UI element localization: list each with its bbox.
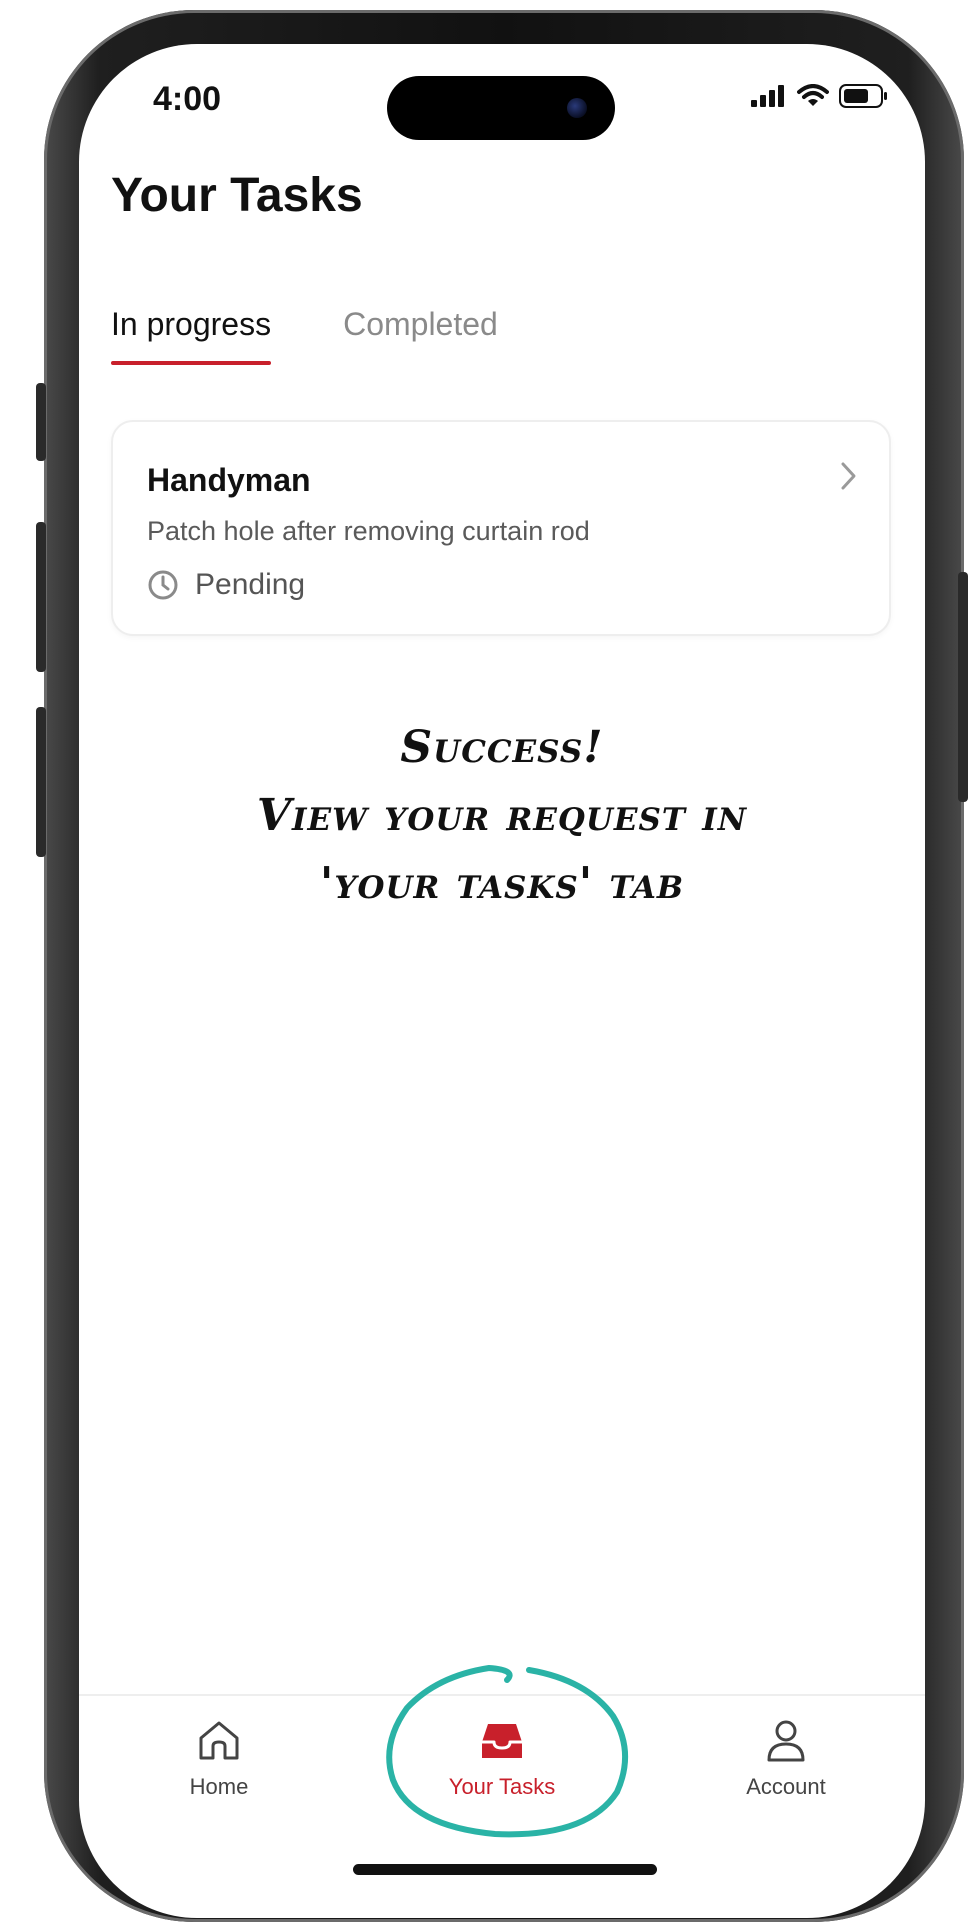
battery-icon (839, 84, 887, 108)
tab-in-progress[interactable]: In progress (111, 306, 272, 365)
tab-completed[interactable]: Completed (343, 306, 498, 365)
home-indicator (353, 1864, 657, 1875)
home-icon (199, 1721, 239, 1760)
task-card[interactable]: Handyman Patch hole after removing curta… (111, 420, 891, 636)
status-icons (751, 84, 889, 108)
camera-icon (567, 98, 587, 118)
tab-bar-home-label: Home (189, 1774, 249, 1799)
app-screen: 4:00 Your Tasks In progress Completed Ha… (79, 44, 925, 1918)
task-status-label: Pending (195, 568, 306, 601)
action-button (36, 383, 46, 461)
task-description: Patch hole after removing curtain rod (147, 516, 590, 546)
status-time: 4:00 (153, 80, 222, 118)
task-title: Handyman (147, 462, 311, 498)
success-annotation: Success! View your request in 'your task… (79, 714, 925, 918)
annotation-line-2: View your request in (256, 790, 748, 841)
user-icon (767, 1720, 805, 1762)
chevron-right-icon (841, 462, 856, 490)
tab-bar-home[interactable]: Home (119, 1716, 319, 1800)
annotation-line-1: Success! (400, 722, 604, 773)
segmented-tabs: In progress Completed (111, 306, 498, 365)
signal-icon (751, 85, 784, 107)
tab-bar-account-label: Account (746, 1774, 826, 1799)
wifi-icon (797, 84, 829, 106)
dynamic-island (387, 76, 615, 140)
power-button (958, 572, 968, 802)
tab-bar-account[interactable]: Account (686, 1716, 886, 1800)
page-title: Your Tasks (111, 169, 363, 222)
annotation-line-3: 'your tasks' tab (319, 858, 685, 909)
task-status: Pending (147, 568, 305, 602)
volume-up-button (36, 522, 46, 672)
clock-icon (148, 570, 178, 600)
volume-down-button (36, 707, 46, 857)
highlight-circle-annotation (386, 1664, 628, 1838)
